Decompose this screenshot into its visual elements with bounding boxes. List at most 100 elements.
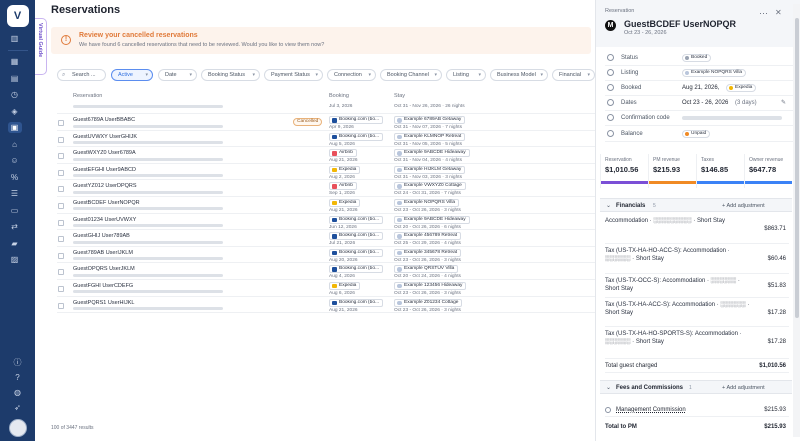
add-adjustment-button[interactable]: + Add adjustment (722, 203, 765, 209)
edit-icon[interactable]: ✎ (781, 99, 786, 106)
info-icon[interactable]: ⓘ (11, 357, 25, 368)
home-icon[interactable]: ⌂ (8, 139, 22, 150)
table-row[interactable]: Guest789AB UserIJKLM Booking.com (bo... Au… (57, 247, 595, 264)
clock-icon[interactable]: ◷ (8, 89, 22, 100)
financials-section-header[interactable]: ⌄ Financials 5 + Add adjustment (600, 198, 792, 212)
table-row[interactable]: GuestOPQRS UserJKLM Booking.com (bo... Aug… (57, 263, 595, 280)
listing-badge[interactable]: Example 123456 Hideaway (394, 281, 467, 290)
person-icon[interactable]: ☺ (8, 155, 22, 166)
cancelled-banner[interactable]: ! Review your cancelled reservations We … (51, 27, 591, 54)
filter-active[interactable]: Active ▾ (111, 69, 153, 81)
folder-icon[interactable]: ▰ (8, 238, 22, 249)
menu-icon[interactable]: ▥ (8, 33, 22, 44)
listing-badge[interactable]: Example KLMNOP Retreat (394, 132, 466, 141)
filter-date[interactable]: Date ▾ (158, 69, 197, 81)
guest-name: GuestYZ012 UserDPQRS (73, 183, 137, 190)
table-row[interactable]: GuestPQRS1 UserHIJKL Booking.com (bo... Au… (57, 297, 595, 314)
filter-business-model[interactable]: Business Model ▾ (490, 69, 548, 81)
search-input[interactable]: ⌕ Search ... (57, 69, 106, 81)
table-row[interactable]: GuestBCDEF UserNOPQR Expedia Aug 21, 2026 E… (57, 197, 595, 214)
panel-scrollbar[interactable] (793, 4, 800, 437)
filter-connection[interactable]: Connection ▾ (327, 69, 376, 81)
filter-booking-channel[interactable]: Booking Channel ▾ (380, 69, 442, 81)
filter-listing[interactable]: Listing ▾ (446, 69, 486, 81)
fees-add-adjustment-button[interactable]: + Add adjustment (722, 385, 765, 391)
stay-dates: Oct 24 - Oct 31, 2026 · 7 nights (394, 191, 461, 197)
more-options-icon[interactable]: ⋯ (759, 8, 768, 19)
percent-icon[interactable]: % (8, 172, 22, 183)
table-row[interactable]: Guest01234 UserUVWXY Booking.com (bo... Ju… (57, 214, 595, 231)
stat-label: Taxes (701, 157, 715, 163)
table-row[interactable]: GuestEFGHI User9ABCD Expedia Aug 2, 2026 Ex… (57, 164, 595, 181)
row-checkbox[interactable] (58, 302, 64, 309)
calendar-icon[interactable]: ▣ (7, 122, 22, 133)
row-checkbox[interactable] (58, 120, 64, 126)
listing-badge[interactable]: Example 9ABCDE Hideaway (394, 215, 470, 224)
row-checkbox[interactable] (58, 219, 64, 226)
listing-badge[interactable]: Example 6789AB Getaway (394, 116, 466, 124)
filter-financial[interactable]: Financial ▾ (552, 69, 595, 81)
reservation-panel: Reservation M GuestBCDEF UserNOPQR Oct 2… (595, 0, 800, 441)
dashboard-icon[interactable]: ▦ (8, 56, 22, 67)
row-checkbox[interactable] (58, 153, 64, 160)
expedia-icon (729, 86, 733, 91)
row-checkbox[interactable] (58, 169, 64, 176)
filter-payment-status[interactable]: Payment Status ▾ (264, 69, 323, 81)
document-icon[interactable]: ▤ (8, 73, 22, 84)
listing-badge[interactable]: Example VWXYZ0 Cottage (394, 182, 466, 191)
filter-date-label: Date (165, 72, 177, 78)
table-row[interactable]: GuestFGHI UserCDEFG Expedia Aug 6, 2026 Exa… (57, 280, 595, 297)
listing-badge[interactable]: Example 9ABCDE Hideaway (394, 149, 470, 158)
col-booking[interactable]: Booking (329, 93, 349, 99)
row-checkbox[interactable] (58, 186, 64, 193)
listing-badge[interactable]: Example Z01234 Cottage (394, 298, 463, 307)
balance-badge[interactable]: Unpaid (682, 130, 711, 138)
chart-icon[interactable]: ▨ (8, 254, 22, 265)
filter-booking-status[interactable]: Booking Status ▾ (201, 69, 260, 81)
listing-name: Example 123456 Hideaway (404, 282, 463, 288)
close-icon[interactable]: ✕ (775, 8, 782, 17)
list-icon[interactable]: ☰ (8, 188, 22, 199)
table-row[interactable]: GuestYZ012 UserDPQRS Airbnb Sep 1, 2026 Exa… (57, 180, 595, 197)
listing-badge[interactable]: Example QRSTUV Villa (394, 265, 459, 274)
guest-name: Guest6789A UserBBABC (73, 117, 136, 123)
booking-date: Aug 21, 2026 (329, 307, 358, 313)
tag-icon[interactable]: ◈ (8, 106, 22, 117)
row-checkbox[interactable] (58, 136, 64, 143)
scroll-thumb[interactable] (794, 18, 799, 318)
listing-badge[interactable]: Example HIJKLM Getaway (394, 165, 466, 174)
col-reservation[interactable]: Reservation (73, 93, 102, 99)
app-logo[interactable]: V (6, 5, 29, 27)
table-row[interactable]: Guest6789A UserBBABC Cancelled Booking.com… (57, 114, 595, 131)
status-badge[interactable]: Booked (682, 54, 712, 62)
avatar[interactable] (8, 419, 27, 437)
table-row[interactable]: GuestUVWXY UserGHIJK Booking.com (bo... Au… (57, 131, 595, 148)
table-row[interactable]: Jul 3, 2026 Oct 31 - Nov 26, 2026 · 26 n… (57, 100, 595, 114)
listing-badge[interactable]: Example 345678 Retreat (394, 248, 462, 257)
table-row[interactable]: GuestWXYZ0 User6789A Airbnb Aug 21, 2026 Ex… (57, 147, 595, 164)
add-adjustment-label: Add adjustment (726, 202, 765, 209)
globe-icon[interactable]: ◍ (11, 387, 25, 398)
row-checkbox[interactable] (58, 252, 64, 259)
row-checkbox[interactable] (58, 236, 64, 243)
rocket-icon[interactable]: ➶ (11, 402, 25, 413)
flow-icon[interactable]: ⇄ (8, 221, 22, 232)
table-row[interactable]: GuestGHIJ User789AB Booking.com (bo... Jul… (57, 230, 595, 247)
listing-badge[interactable]: Example 456789 Retreat (394, 232, 462, 241)
listing-badge[interactable]: Example NOPQRS Villa (682, 69, 747, 77)
help-icon[interactable]: ? (11, 372, 25, 383)
panel-guest-name: GuestBCDEF UserNOPQR (624, 19, 737, 29)
row-checkbox[interactable] (58, 269, 64, 276)
mgmt-commission-label[interactable]: Management Commission (616, 407, 686, 413)
stat-label: Owner revenue (749, 157, 784, 163)
clipboard-icon[interactable]: ▭ (8, 205, 22, 216)
guest-name: GuestWXYZ0 User6789A (73, 150, 136, 157)
listing-badge[interactable]: Example NOPQRS Villa (394, 198, 460, 207)
row-checkbox[interactable] (58, 285, 64, 292)
row-checkbox[interactable] (58, 202, 64, 209)
col-stay[interactable]: Stay (394, 93, 405, 99)
stay-dates: Oct 23 - Oct 26, 2026 · 3 nights (394, 257, 461, 263)
booked-channel-badge: Expedia (726, 84, 757, 92)
virtual-guide-tab[interactable]: Virtual Guide (35, 18, 47, 75)
fees-section-header[interactable]: ⌄ Fees and Commissions 1 + Add adjustmen… (600, 380, 792, 394)
